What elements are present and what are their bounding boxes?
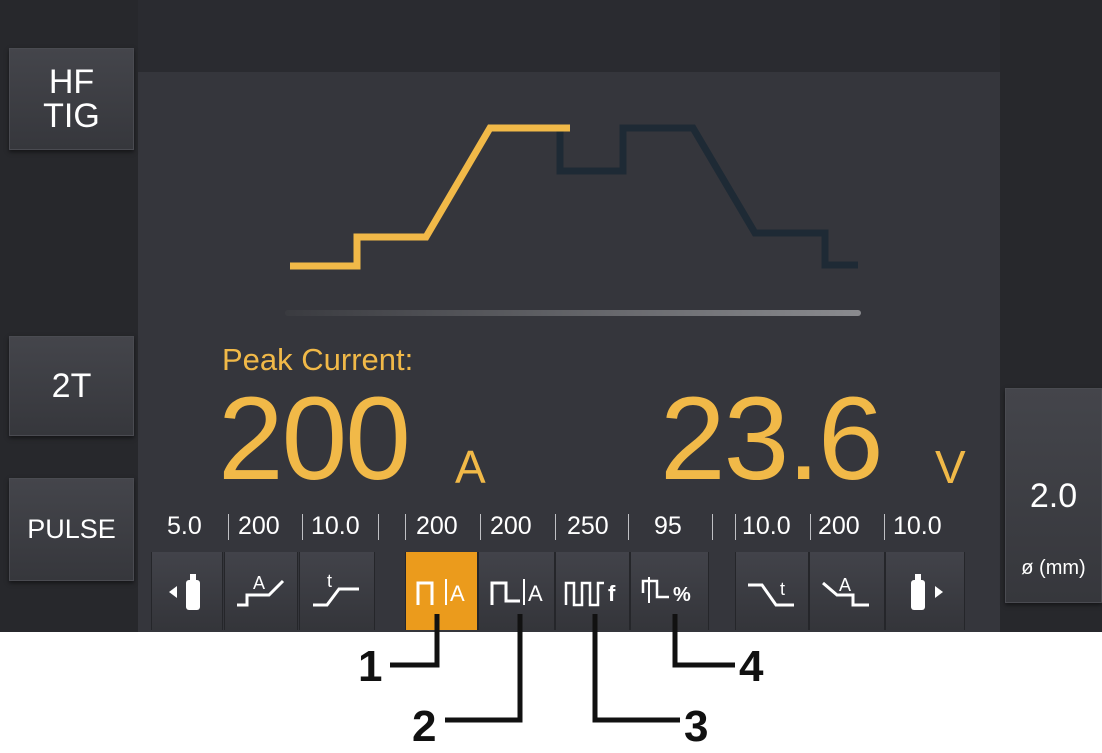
callout-line-1 [390,614,440,668]
callout-line-4 [672,614,735,668]
callout-number-4: 4 [739,642,764,691]
callout-line-3 [592,614,680,723]
callout-number-1: 1 [358,642,383,691]
callout-lines [390,614,735,723]
callout-number-2: 2 [412,702,437,751]
callout-line-2 [445,614,523,723]
callout-number-3: 3 [684,702,709,751]
